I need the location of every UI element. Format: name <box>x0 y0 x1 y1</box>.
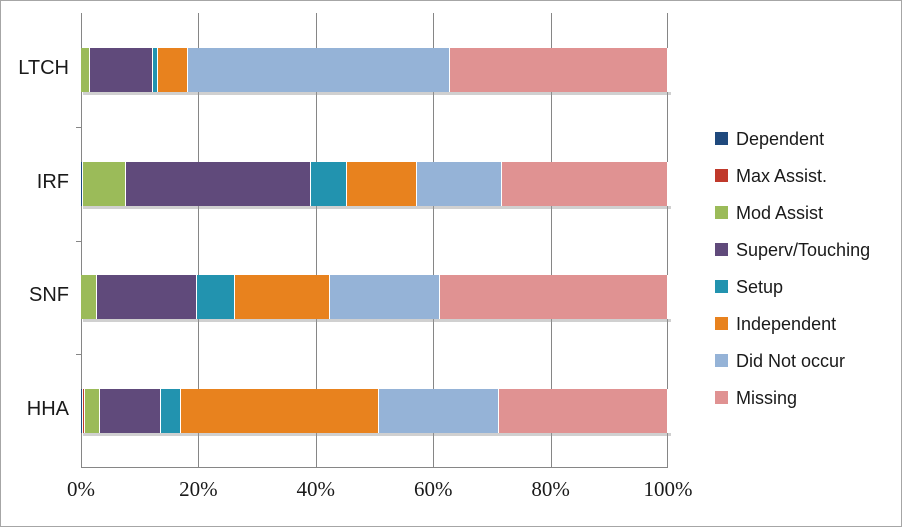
x-tick-label-100: 100% <box>643 477 693 501</box>
legend-item-mod-assist[interactable]: Mod Assist <box>715 194 895 231</box>
legend-swatch-icon <box>715 317 728 330</box>
legend-item-did-not-occur[interactable]: Did Not occur <box>715 342 895 379</box>
bar-shadow <box>83 319 671 323</box>
bar-snf[interactable] <box>81 275 671 323</box>
category-label-irf: IRF <box>36 170 69 193</box>
x-tick-label-0: 0% <box>67 477 95 501</box>
legend-swatch-icon <box>715 243 728 256</box>
legend-swatch-icon <box>715 206 728 219</box>
bar-shadow <box>83 205 671 209</box>
category-label-snf: SNF <box>29 284 69 307</box>
legend-item-independent[interactable]: Independent <box>715 305 895 342</box>
plot-area <box>76 13 671 468</box>
legend-label: Max Assist. <box>736 165 828 186</box>
category-label-hha: HHA <box>26 398 69 421</box>
category-separator <box>76 354 81 356</box>
x-tick-label-40: 40% <box>296 477 336 501</box>
chart-frame: LTCH IRF SNF HHA 0% 20% 40% 60% 80% 100% Depende… <box>0 0 902 527</box>
category-separator <box>76 126 81 128</box>
bar-segment-superv-touching[interactable] <box>100 389 162 434</box>
legend-item-dependent[interactable]: Dependent <box>715 120 895 157</box>
category-separator <box>76 240 81 242</box>
legend-swatch-icon <box>715 280 728 293</box>
bar-segment-superv-touching[interactable] <box>125 161 311 206</box>
legend-label: Mod Assist <box>736 202 824 223</box>
legend-item-superv-touching[interactable]: Superv/Touching <box>715 231 895 268</box>
bar-segment-independent[interactable] <box>235 275 331 320</box>
legend-label: Missing <box>736 387 798 408</box>
bar-segment-independent[interactable] <box>347 161 417 206</box>
bar-segment-setup[interactable] <box>310 161 348 206</box>
bar-segment-missing[interactable] <box>498 389 668 434</box>
bar-hha[interactable] <box>81 389 671 437</box>
bar-segment-did-not-occur[interactable] <box>330 275 441 320</box>
category-label-ltch: LTCH <box>18 56 69 79</box>
legend-item-setup[interactable]: Setup <box>715 268 895 305</box>
x-tick-label-20: 20% <box>179 477 218 501</box>
bar-segment-missing[interactable] <box>502 161 668 206</box>
bar-segment-independent[interactable] <box>181 389 380 434</box>
legend-label: Superv/Touching <box>736 239 871 260</box>
bar-shadow <box>83 91 671 95</box>
bar-shadow <box>83 433 671 437</box>
bar-segment-superv-touching[interactable] <box>89 47 153 92</box>
legend-item-missing[interactable]: Missing <box>715 379 895 416</box>
bar-segment-mod-assist[interactable] <box>85 389 101 434</box>
bar-segment-missing[interactable] <box>440 275 668 320</box>
bar-segment-mod-assist[interactable] <box>82 161 126 206</box>
bar-segment-did-not-occur[interactable] <box>416 161 503 206</box>
legend-label: Did Not occur <box>736 350 846 371</box>
legend-label: Setup <box>736 276 784 297</box>
legend-label: Dependent <box>736 128 825 149</box>
x-axis-line <box>81 467 668 468</box>
bar-segment-setup[interactable] <box>196 275 236 320</box>
bar-segment-mod-assist[interactable] <box>81 47 90 92</box>
bar-segment-did-not-occur[interactable] <box>379 389 499 434</box>
legend-swatch-icon <box>715 354 728 367</box>
legend-swatch-icon <box>715 391 728 404</box>
bar-segment-mod-assist[interactable] <box>81 275 97 320</box>
bar-ltch[interactable] <box>81 47 671 95</box>
legend-label: Independent <box>736 313 837 334</box>
legend-swatch-icon <box>715 132 728 145</box>
bar-segment-missing[interactable] <box>449 47 668 92</box>
legend-swatch-icon <box>715 169 728 182</box>
bar-segment-setup[interactable] <box>161 389 182 434</box>
bar-segment-superv-touching[interactable] <box>96 275 197 320</box>
bar-segment-did-not-occur[interactable] <box>188 47 450 92</box>
x-tick-label-60: 60% <box>413 477 453 501</box>
legend-item-max-assist[interactable]: Max Assist. <box>715 157 895 194</box>
bar-irf[interactable] <box>81 161 671 209</box>
chart-legend: Dependent Max Assist. Mod Assist Superv/Tou… <box>715 120 895 416</box>
bar-segment-independent[interactable] <box>158 47 189 92</box>
x-tick-label-80: 80% <box>531 477 570 501</box>
